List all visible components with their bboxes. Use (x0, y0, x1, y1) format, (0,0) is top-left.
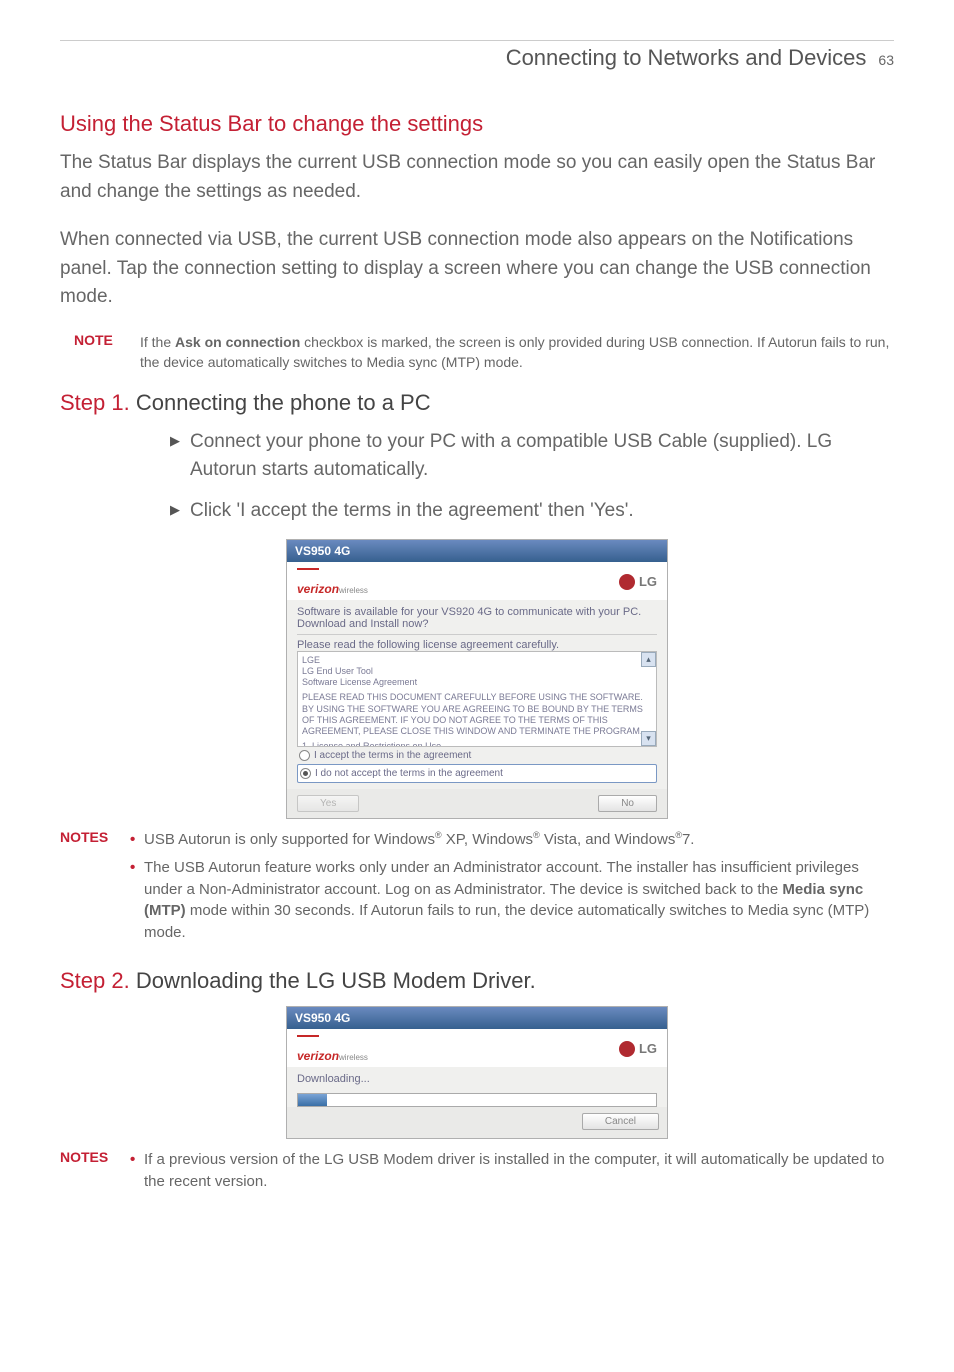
radio-accept[interactable]: I accept the terms in the agreement (297, 747, 657, 764)
verizon-wireless-text: wireless (339, 1053, 368, 1062)
yes-button[interactable]: Yes (297, 795, 359, 812)
eula-textarea[interactable]: LGE LG End User Tool Software License Ag… (297, 651, 657, 747)
dialog-button-row: Yes No (287, 789, 667, 818)
lg-badge-icon (619, 1041, 635, 1057)
eula-heading-1: LGE (302, 655, 652, 666)
header-title: Connecting to Networks and Devices (506, 45, 867, 71)
bullet-icon: ▶ (170, 428, 190, 483)
radio-icon[interactable] (299, 750, 310, 761)
radio-accept-label: I accept the terms in the agreement (314, 750, 471, 761)
bullet-text: Click 'I accept the terms in the agreeme… (190, 497, 634, 525)
dialog-please-read: Please read the following license agreem… (297, 639, 657, 651)
progress-track (297, 1093, 657, 1107)
section-heading-statusbar: Using the Status Bar to change the setti… (60, 111, 894, 137)
notes-item-text: If a previous version of the LG USB Mode… (144, 1149, 894, 1193)
notes-autorun: NOTES • USB Autorun is only supported fo… (60, 829, 894, 950)
note-text-pre: If the (140, 334, 175, 350)
notes-item-text: The USB Autorun feature works only under… (144, 857, 894, 944)
notes-item: • The USB Autorun feature works only und… (130, 857, 894, 944)
lg-logo: LG (619, 574, 657, 590)
dialog-button-row: Cancel (287, 1107, 667, 1138)
lg-text: LG (639, 574, 657, 589)
eula-body-text: PLEASE READ THIS DOCUMENT CAREFULLY BEFO… (302, 692, 652, 737)
scroll-down-icon[interactable]: ▾ (641, 731, 656, 746)
radio-reject[interactable]: I do not accept the terms in the agreeme… (297, 764, 657, 783)
step1-bullets: ▶ Connect your phone to your PC with a c… (170, 428, 894, 525)
list-item: ▶ Click 'I accept the terms in the agree… (170, 497, 894, 525)
step2-label: Step 2. (60, 968, 136, 993)
progress-fill (298, 1094, 327, 1106)
radio-icon[interactable] (300, 768, 311, 779)
paragraph-statusbar-2: When connected via USB, the current USB … (60, 226, 894, 312)
notes-modem-driver: NOTES • If a previous version of the LG … (60, 1149, 894, 1199)
notes-items: • If a previous version of the LG USB Mo… (130, 1149, 894, 1199)
lg-badge-icon (619, 574, 635, 590)
header-page-number: 63 (878, 52, 894, 68)
notes-item: • USB Autorun is only supported for Wind… (130, 829, 894, 851)
lg-text: LG (639, 1041, 657, 1056)
verizon-text-2: zon (318, 1049, 339, 1063)
notes-text: mode within 30 seconds. If Autorun fails… (144, 902, 869, 941)
notes-text: Vista, and Windows (540, 831, 676, 848)
dialog-body: Software is available for your VS920 4G … (287, 600, 667, 789)
list-item: ▶ Connect your phone to your PC with a c… (170, 428, 894, 483)
notes-text: The USB Autorun feature works only under… (144, 859, 859, 898)
verizon-text-1: veri (297, 1049, 318, 1063)
notes-text: 7. (682, 831, 695, 848)
notes-bullet-icon: • (130, 829, 144, 851)
dialog-header: verizonwireless LG (287, 562, 667, 600)
verizon-text-2: zon (318, 582, 339, 596)
step1-heading: Step 1. Connecting the phone to a PC (60, 390, 894, 416)
note-label: NOTE (74, 332, 140, 373)
verizon-text-1: veri (297, 582, 318, 596)
bullet-text: Connect your phone to your PC with a com… (190, 428, 894, 483)
notes-bullet-icon: • (130, 1149, 144, 1193)
dialog-downloading: VS950 4G verizonwireless LG Downloading.… (286, 1006, 668, 1139)
scroll-up-icon[interactable]: ▴ (641, 652, 656, 667)
dialog-titlebar[interactable]: VS950 4G (287, 1007, 667, 1029)
eula-heading-2: LG End User Tool (302, 666, 652, 677)
step2-heading: Step 2. Downloading the LG USB Modem Dri… (60, 968, 894, 994)
notes-item-text: USB Autorun is only supported for Window… (144, 829, 694, 851)
eula-section-text: 1. License and Restrictions on Use. (302, 741, 652, 746)
dialog-avail-text: Software is available for your VS920 4G … (297, 606, 657, 630)
no-button[interactable]: No (598, 795, 657, 812)
dialog-autorun: VS950 4G verizonwireless LG Software is … (286, 539, 668, 819)
cancel-button[interactable]: Cancel (582, 1113, 659, 1130)
dialog-titlebar[interactable]: VS950 4G (287, 540, 667, 562)
dialog-header: verizonwireless LG (287, 1029, 667, 1067)
step2-title: Downloading the LG USB Modem Driver. (136, 968, 536, 993)
notes-items: • USB Autorun is only supported for Wind… (130, 829, 894, 950)
notes-label: NOTES (60, 829, 130, 950)
downloading-text: Downloading... (297, 1073, 657, 1085)
eula-heading-3: Software License Agreement (302, 677, 652, 688)
note-ask-on-connection: NOTE If the Ask on connection checkbox i… (74, 332, 894, 373)
verizon-logo: verizonwireless (297, 1035, 368, 1063)
note-text: If the Ask on connection checkbox is mar… (140, 332, 894, 373)
notes-label: NOTES (60, 1149, 130, 1199)
notes-text: XP, Windows (442, 831, 533, 848)
step1-label: Step 1. (60, 390, 136, 415)
step1-title: Connecting the phone to a PC (136, 390, 431, 415)
notes-bullet-icon: • (130, 857, 144, 944)
verizon-logo: verizonwireless (297, 568, 368, 596)
notes-item: • If a previous version of the LG USB Mo… (130, 1149, 894, 1193)
paragraph-statusbar-1: The Status Bar displays the current USB … (60, 149, 894, 206)
progress-bar (297, 1093, 657, 1107)
radio-reject-label: I do not accept the terms in the agreeme… (315, 768, 503, 779)
note-text-bold: Ask on connection (175, 334, 300, 350)
lg-logo: LG (619, 1041, 657, 1057)
dialog-body: Downloading... (287, 1067, 667, 1107)
bullet-icon: ▶ (170, 497, 190, 525)
page-header: Connecting to Networks and Devices 63 (60, 40, 894, 71)
notes-text: USB Autorun is only supported for Window… (144, 831, 435, 848)
verizon-wireless-text: wireless (339, 586, 368, 595)
